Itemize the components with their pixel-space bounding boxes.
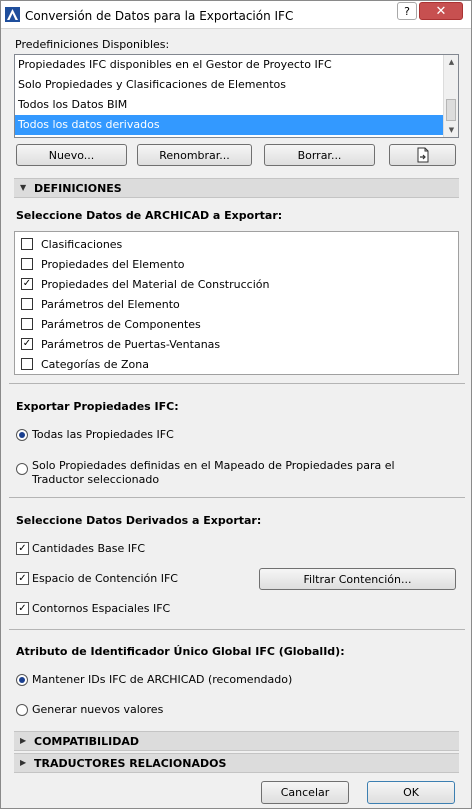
- compatibility-section-header[interactable]: ▶ COMPATIBILIDAD: [14, 731, 459, 751]
- data-option-label: Propiedades del Elemento: [41, 257, 185, 271]
- collapsed-triangle-icon: ▶: [20, 736, 27, 745]
- export-props-label: Exportar Propiedades IFC:: [16, 400, 179, 413]
- checkbox[interactable]: [21, 298, 33, 310]
- presets-scrollbar[interactable]: ▲ ▼: [443, 55, 458, 137]
- window-title: Conversión de Datos para la Exportación …: [25, 9, 294, 23]
- checkbox[interactable]: [21, 358, 33, 370]
- checkbox-checked[interactable]: ✓: [21, 338, 33, 350]
- translators-section-header[interactable]: ▶ TRADUCTORES RELACIONADOS: [14, 753, 459, 773]
- collapsed-triangle-icon: ▶: [20, 758, 27, 767]
- derived-data-label: Seleccione Datos Derivados a Exportar:: [16, 514, 262, 527]
- preset-item[interactable]: Todos los Datos BIM: [15, 95, 443, 115]
- divider: [9, 497, 465, 498]
- radio[interactable]: [16, 463, 28, 475]
- compatibility-section-title: COMPATIBILIDAD: [34, 735, 140, 748]
- divider: [9, 629, 465, 630]
- checkbox-checked[interactable]: ✓: [16, 572, 29, 585]
- checkbox[interactable]: [21, 318, 33, 330]
- data-option-row[interactable]: Parámetros de Componentes: [21, 314, 201, 334]
- radio-label: Generar nuevos valores: [32, 703, 164, 716]
- data-option-label: Parámetros de Puertas-Ventanas: [41, 337, 221, 351]
- radio-label: Mantener IDs IFC de ARCHICAD (recomendad…: [32, 673, 293, 686]
- checkbox-checked[interactable]: ✓: [21, 278, 33, 290]
- derived-option-label: Espacio de Contención IFC: [32, 572, 178, 585]
- preset-item[interactable]: Solo Propiedades y Clasificaciones de El…: [15, 75, 443, 95]
- data-option-row[interactable]: Parámetros del Elemento: [21, 294, 180, 314]
- archicad-data-list: Clasificaciones Propiedades del Elemento…: [14, 231, 459, 375]
- scroll-up-icon[interactable]: ▲: [444, 55, 459, 69]
- scroll-thumb[interactable]: [446, 99, 456, 121]
- filter-containment-button[interactable]: Filtrar Contención...: [259, 568, 456, 590]
- derived-option-row[interactable]: ✓ Contornos Espaciales IFC: [16, 602, 170, 615]
- checkbox-checked[interactable]: ✓: [16, 542, 29, 555]
- presets-list[interactable]: Propiedades IFC disponibles en el Gestor…: [14, 54, 459, 138]
- export-props-option-mapped[interactable]: Solo Propiedades definidas en el Mapeado…: [16, 459, 456, 487]
- checkbox-checked[interactable]: ✓: [16, 602, 29, 615]
- preset-item[interactable]: Propiedades IFC disponibles en el Gestor…: [15, 55, 443, 75]
- radio-selected[interactable]: [16, 429, 28, 441]
- data-option-row[interactable]: Clasificaciones: [21, 234, 122, 254]
- radio[interactable]: [16, 704, 28, 716]
- presets-label: Predefiniciones Disponibles:: [15, 38, 170, 51]
- globalid-label: Atributo de Identificador Único Global I…: [16, 645, 345, 658]
- derived-option-row[interactable]: ✓ Cantidades Base IFC: [16, 542, 145, 555]
- title-bar: Conversión de Datos para la Exportación …: [1, 1, 471, 29]
- import-preset-button[interactable]: [389, 144, 456, 166]
- rename-preset-button[interactable]: Renombrar...: [137, 144, 252, 166]
- preset-item-selected[interactable]: Todos los datos derivados: [15, 115, 443, 135]
- data-option-row[interactable]: Categorías de Zona: [21, 354, 149, 374]
- expanded-triangle-icon: ▼: [20, 183, 27, 192]
- ok-button[interactable]: OK: [367, 781, 455, 804]
- scroll-down-icon[interactable]: ▼: [444, 123, 459, 137]
- definitions-section-header[interactable]: ▼ DEFINICIONES: [14, 178, 459, 198]
- data-option-label: Parámetros de Componentes: [41, 317, 201, 331]
- radio-label: Solo Propiedades definidas en el Mapeado…: [32, 459, 395, 486]
- cancel-button[interactable]: Cancelar: [261, 781, 349, 804]
- derived-option-row[interactable]: ✓ Espacio de Contención IFC: [16, 572, 178, 585]
- data-option-label: Parámetros del Elemento: [41, 297, 180, 311]
- new-preset-button[interactable]: Nuevo...: [16, 144, 127, 166]
- data-option-row[interactable]: Propiedades del Elemento: [21, 254, 185, 274]
- delete-preset-button[interactable]: Borrar...: [264, 144, 375, 166]
- definitions-section-title: DEFINICIONES: [34, 182, 122, 195]
- document-arrow-icon: [417, 147, 428, 163]
- export-props-option-all[interactable]: Todas las Propiedades IFC: [16, 428, 174, 441]
- translators-section-title: TRADUCTORES RELACIONADOS: [34, 757, 227, 770]
- globalid-option-new[interactable]: Generar nuevos valores: [16, 703, 163, 716]
- close-button[interactable]: ✕: [419, 2, 463, 20]
- radio-label: Todas las Propiedades IFC: [32, 428, 174, 441]
- checkbox[interactable]: [21, 238, 33, 250]
- archicad-data-label: Seleccione Datos de ARCHICAD a Exportar:: [16, 209, 283, 222]
- data-option-row[interactable]: ✓ Parámetros de Puertas-Ventanas: [21, 334, 220, 354]
- checkbox[interactable]: [21, 258, 33, 270]
- divider: [9, 383, 465, 384]
- data-option-label: Propiedades del Material de Construcción: [41, 277, 270, 291]
- data-option-label: Categorías de Zona: [41, 357, 149, 371]
- radio-selected[interactable]: [16, 674, 28, 686]
- derived-option-label: Contornos Espaciales IFC: [32, 602, 171, 615]
- data-option-row[interactable]: ✓ Propiedades del Material de Construcci…: [21, 274, 269, 294]
- help-button[interactable]: ?: [397, 2, 417, 20]
- archicad-logo-icon: [5, 7, 20, 22]
- globalid-option-keep[interactable]: Mantener IDs IFC de ARCHICAD (recomendad…: [16, 673, 292, 686]
- dialog-window: Conversión de Datos para la Exportación …: [0, 0, 472, 809]
- derived-option-label: Cantidades Base IFC: [32, 542, 145, 555]
- data-option-label: Clasificaciones: [41, 237, 123, 251]
